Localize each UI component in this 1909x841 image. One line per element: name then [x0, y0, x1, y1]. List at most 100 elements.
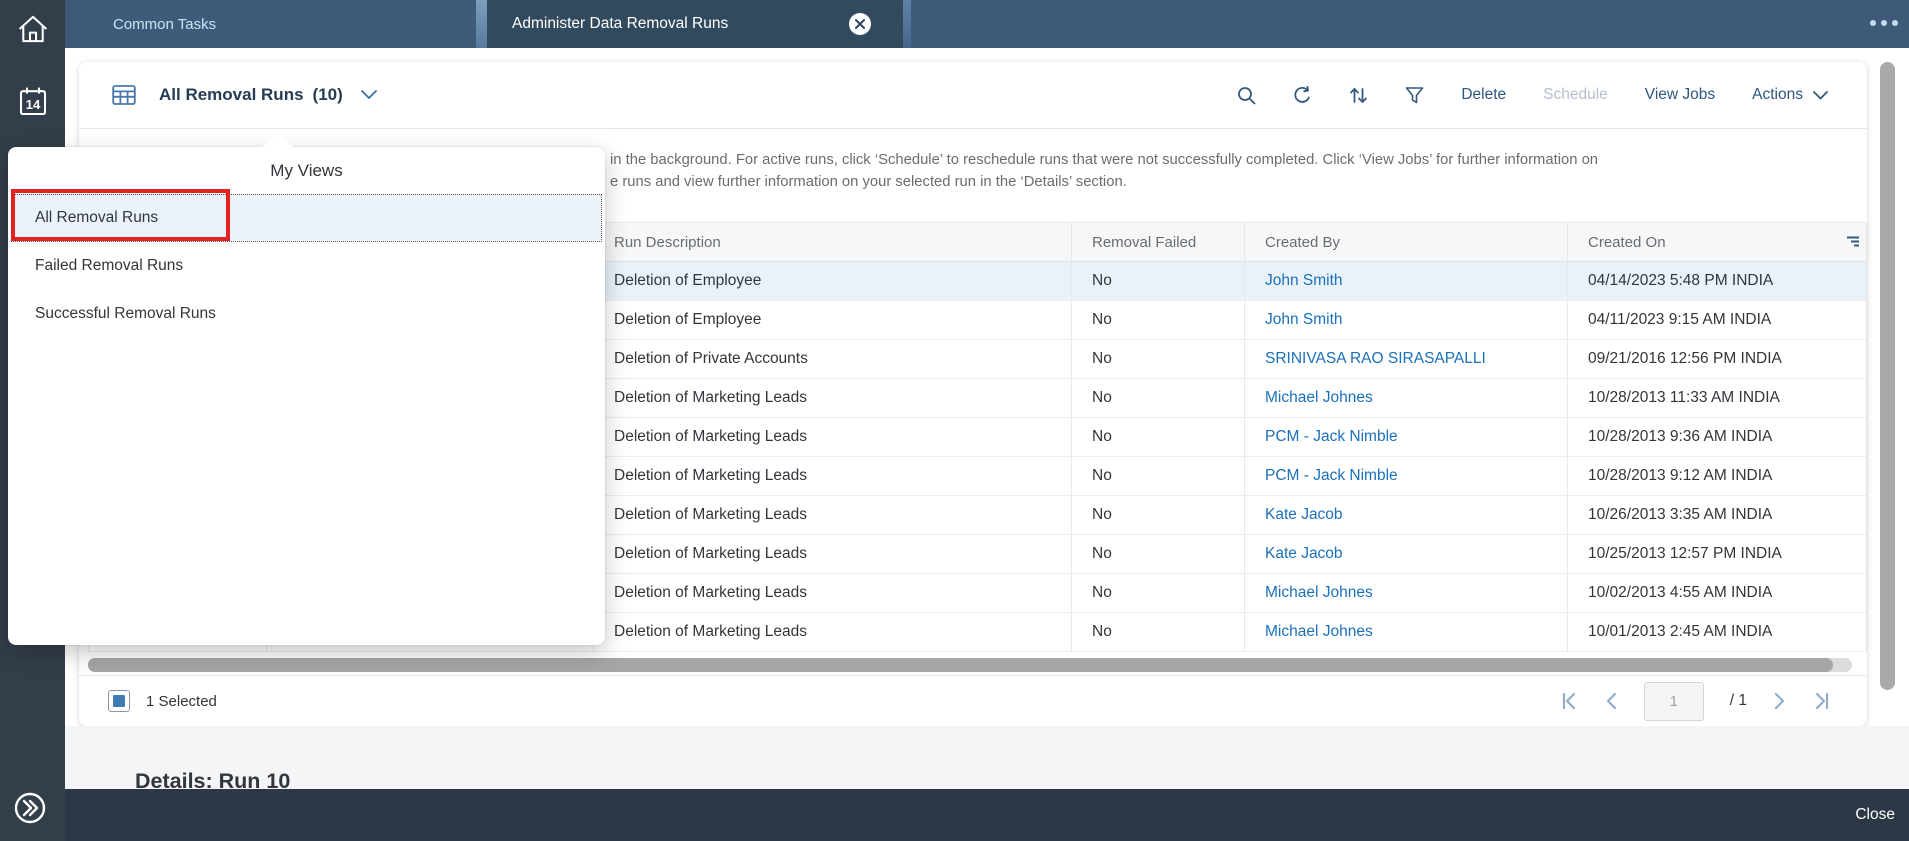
- removal-failed-cell: No: [1072, 496, 1245, 534]
- created-by-cell[interactable]: John Smith: [1245, 301, 1568, 339]
- actions-label: Actions: [1752, 86, 1803, 103]
- lower-background: [65, 726, 1909, 789]
- removal-failed-cell: No: [1072, 301, 1245, 339]
- tab-administer-data-removal-runs[interactable]: Administer Data Removal Runs: [487, 0, 903, 48]
- svg-text:14: 14: [25, 97, 40, 112]
- table-view-icon: [112, 85, 136, 105]
- created-by-cell[interactable]: Michael Johnes: [1245, 379, 1568, 417]
- created-on-cell: 09/21/2016 12:56 PM INDIA: [1588, 350, 1782, 367]
- removal-failed-cell: No: [1072, 457, 1245, 495]
- run-description-cell: Deletion of Marketing Leads: [594, 574, 1072, 612]
- run-description-cell: Deletion of Marketing Leads: [594, 379, 1072, 417]
- expand-panel-icon[interactable]: [13, 791, 47, 825]
- created-on-cell: 10/28/2013 9:12 AM INDIA: [1588, 467, 1773, 484]
- sort-icon[interactable]: [1349, 86, 1368, 105]
- app-window: 14 Common Tasks Administer Data Removal …: [0, 0, 1909, 841]
- column-settings-icon[interactable]: [1846, 235, 1859, 252]
- bottom-bar: Close: [65, 789, 1909, 841]
- column-header-created-by[interactable]: Created By: [1245, 223, 1568, 261]
- tab-separator: [476, 0, 487, 48]
- created-on-cell: 10/28/2013 11:33 AM INDIA: [1588, 389, 1780, 406]
- view-title: All Removal Runs: [159, 85, 304, 104]
- run-description-cell: Deletion of Marketing Leads: [594, 418, 1072, 456]
- close-button[interactable]: Close: [1855, 806, 1895, 824]
- view-jobs-button[interactable]: View Jobs: [1645, 86, 1715, 104]
- column-header-run-description[interactable]: Run Description: [594, 223, 1072, 261]
- select-all-checkbox[interactable]: [108, 690, 130, 712]
- created-by-cell[interactable]: Michael Johnes: [1245, 613, 1568, 651]
- close-tab-icon[interactable]: [849, 13, 871, 35]
- previous-page-icon[interactable]: [1604, 692, 1618, 710]
- actions-menu-button[interactable]: Actions: [1752, 86, 1828, 104]
- created-on-cell: 04/11/2023 9:15 AM INDIA: [1588, 311, 1772, 328]
- run-description-cell: Deletion of Employee: [594, 262, 1072, 300]
- removal-failed-cell: No: [1072, 613, 1245, 651]
- created-on-cell: 10/26/2013 3:35 AM INDIA: [1588, 506, 1773, 523]
- horizontal-scrollbar-thumb[interactable]: [88, 658, 1833, 672]
- toolbar-actions: Delete Schedule View Jobs Actions: [1237, 85, 1828, 105]
- home-icon[interactable]: [0, 12, 65, 46]
- schedule-button[interactable]: Schedule: [1543, 86, 1608, 104]
- column-header-label: Created On: [1588, 233, 1666, 251]
- run-description-cell: Deletion of Private Accounts: [594, 340, 1072, 378]
- tab-separator: [903, 0, 911, 48]
- created-by-cell[interactable]: SRINIVASA RAO SIRASAPALLI: [1245, 340, 1568, 378]
- chevron-down-icon: [1813, 90, 1828, 100]
- tab-label: Common Tasks: [113, 15, 217, 33]
- horizontal-scrollbar[interactable]: [88, 658, 1852, 672]
- top-tab-bar: Common Tasks Administer Data Removal Run…: [65, 0, 1909, 48]
- run-description-cell: Deletion of Marketing Leads: [594, 613, 1072, 651]
- view-selector[interactable]: All Removal Runs (10): [112, 84, 377, 106]
- popup-title: My Views: [270, 160, 343, 180]
- removal-failed-cell: No: [1072, 379, 1245, 417]
- calendar-icon[interactable]: 14: [0, 84, 65, 120]
- description-line-1: in the background. For active runs, clic…: [610, 152, 1599, 168]
- created-on-cell: 10/01/2013 2:45 AM INDIA: [1588, 623, 1773, 640]
- popup-item-list: All Removal Runs Failed Removal Runs Succe…: [8, 194, 605, 338]
- view-option-all-removal-runs[interactable]: All Removal Runs: [11, 194, 602, 242]
- column-header-removal-failed[interactable]: Removal Failed: [1072, 223, 1245, 261]
- last-page-icon[interactable]: [1813, 692, 1831, 710]
- created-on-cell: 10/25/2013 12:57 PM INDIA: [1588, 545, 1782, 562]
- overflow-menu-icon[interactable]: [1870, 20, 1898, 26]
- filter-icon[interactable]: [1405, 86, 1424, 104]
- description-text: in the background. For active runs, clic…: [610, 150, 1860, 193]
- removal-failed-cell: No: [1072, 574, 1245, 612]
- created-on-cell: 10/02/2013 4:55 AM INDIA: [1588, 584, 1773, 601]
- page-total: / 1: [1729, 692, 1747, 709]
- chevron-down-icon[interactable]: [360, 90, 377, 100]
- removal-failed-cell: No: [1072, 262, 1245, 300]
- first-page-icon[interactable]: [1560, 692, 1578, 710]
- delete-button[interactable]: Delete: [1461, 86, 1506, 104]
- created-by-cell[interactable]: PCM - Jack Nimble: [1245, 457, 1568, 495]
- removal-failed-cell: No: [1072, 340, 1245, 378]
- run-description-cell: Deletion of Marketing Leads: [594, 457, 1072, 495]
- description-line-2: e runs and view further information on y…: [610, 173, 1127, 190]
- created-by-cell[interactable]: Kate Jacob: [1245, 496, 1568, 534]
- created-by-cell[interactable]: PCM - Jack Nimble: [1245, 418, 1568, 456]
- created-by-cell[interactable]: Michael Johnes: [1245, 574, 1568, 612]
- tab-common-tasks[interactable]: Common Tasks: [80, 0, 476, 48]
- removal-failed-cell: No: [1072, 418, 1245, 456]
- removal-failed-cell: No: [1072, 535, 1245, 573]
- page-number-input[interactable]: 1: [1643, 681, 1704, 721]
- created-by-cell[interactable]: Kate Jacob: [1245, 535, 1568, 573]
- table-toolbar: All Removal Runs (10) Delete Schedule Vi…: [79, 62, 1867, 129]
- created-on-cell: 04/14/2023 5:48 PM INDIA: [1588, 272, 1774, 289]
- popup-callout-arrow: [262, 134, 294, 147]
- vertical-scrollbar[interactable]: [1880, 62, 1895, 690]
- tab-label: Administer Data Removal Runs: [512, 15, 729, 32]
- view-option-failed-removal-runs[interactable]: Failed Removal Runs: [11, 242, 602, 290]
- pagination: 1 / 1: [1560, 681, 1831, 721]
- column-header-created-on[interactable]: Created On: [1568, 223, 1866, 261]
- created-by-cell[interactable]: John Smith: [1245, 262, 1568, 300]
- view-option-successful-removal-runs[interactable]: Successful Removal Runs: [11, 290, 602, 338]
- search-icon[interactable]: [1237, 86, 1256, 105]
- table-footer: 1 Selected 1 / 1: [79, 675, 1867, 726]
- run-description-cell: Deletion of Marketing Leads: [594, 535, 1072, 573]
- run-description-cell: Deletion of Employee: [594, 301, 1072, 339]
- created-on-cell: 10/28/2013 9:36 AM INDIA: [1588, 428, 1773, 445]
- refresh-icon[interactable]: [1293, 85, 1312, 105]
- selected-count: 1 Selected: [146, 692, 217, 710]
- next-page-icon[interactable]: [1773, 692, 1787, 710]
